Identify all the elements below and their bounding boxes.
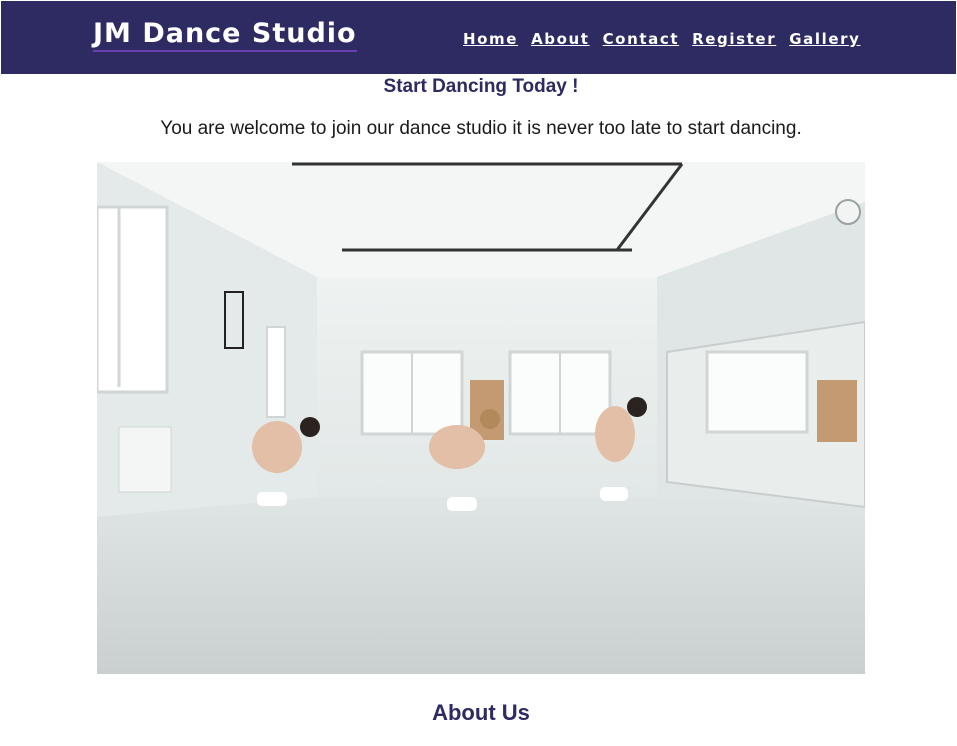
main-nav: Home About Contact Register Gallery	[463, 30, 860, 48]
nav-link-register[interactable]: Register	[692, 30, 776, 48]
nav-link-about[interactable]: About	[531, 30, 590, 48]
tagline-heading: Start Dancing Today !	[383, 76, 579, 97]
site-header: JM Dance Studio Home About Contact Regis…	[1, 1, 956, 74]
hero-image	[97, 162, 865, 674]
site-logo[interactable]: JM Dance Studio	[93, 19, 357, 52]
nav-link-contact[interactable]: Contact	[603, 30, 680, 48]
nav-link-gallery[interactable]: Gallery	[789, 30, 860, 48]
nav-link-home[interactable]: Home	[463, 30, 518, 48]
about-us-heading: About Us	[432, 700, 530, 725]
welcome-text: You are welcome to join our dance studio…	[160, 118, 802, 139]
